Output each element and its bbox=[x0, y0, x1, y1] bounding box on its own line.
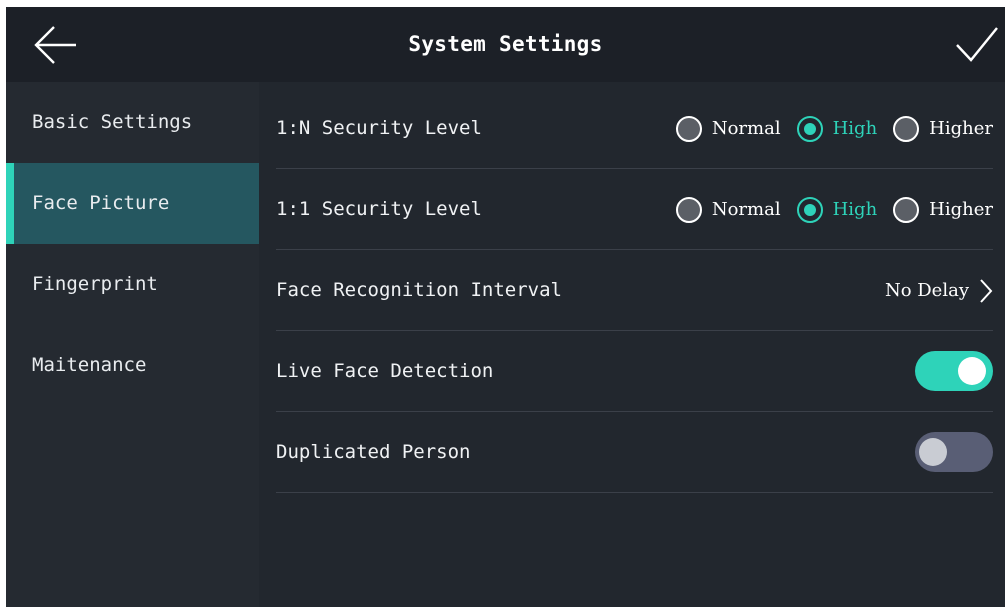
live-face-detection-label: Live Face Detection bbox=[276, 360, 494, 382]
n-security-high-option[interactable]: High bbox=[796, 115, 878, 142]
n-security-high-label: High bbox=[832, 118, 878, 139]
chevron-right-icon bbox=[980, 278, 993, 303]
header-bar: System Settings bbox=[6, 7, 1005, 82]
n-security-normal-option[interactable]: Normal bbox=[675, 115, 781, 142]
duplicated-person-row: Duplicated Person bbox=[276, 412, 993, 493]
duplicated-person-label: Duplicated Person bbox=[276, 441, 471, 463]
sidebar-item-face-picture[interactable]: Face Picture bbox=[6, 163, 259, 244]
sidebar-item-basic-settings[interactable]: Basic Settings bbox=[6, 82, 259, 163]
one-security-level-radio-group: Normal High Higher bbox=[675, 169, 993, 250]
confirm-button[interactable] bbox=[955, 25, 999, 65]
duplicated-person-toggle[interactable] bbox=[915, 432, 993, 472]
live-face-detection-toggle[interactable] bbox=[915, 351, 993, 391]
n-security-normal-label: Normal bbox=[711, 118, 781, 139]
one-security-level-label: 1:1 Security Level bbox=[276, 198, 482, 220]
recognition-interval-selector[interactable]: No Delay bbox=[885, 250, 993, 331]
recognition-interval-row[interactable]: Face Recognition Interval No Delay bbox=[276, 250, 993, 331]
radio-unchecked-icon bbox=[893, 115, 920, 142]
sidebar-item-maintenance[interactable]: Maitenance bbox=[6, 325, 259, 406]
n-security-level-radio-group: Normal High Higher bbox=[675, 88, 993, 169]
one-security-normal-label: Normal bbox=[711, 199, 781, 220]
one-security-higher-label: Higher bbox=[929, 199, 993, 220]
recognition-interval-label: Face Recognition Interval bbox=[276, 279, 562, 301]
sidebar-item-fingerprint[interactable]: Fingerprint bbox=[6, 244, 259, 325]
one-security-normal-option[interactable]: Normal bbox=[675, 196, 781, 223]
n-security-level-row: 1:N Security Level Normal High Higher bbox=[276, 88, 993, 169]
recognition-interval-value: No Delay bbox=[884, 280, 969, 301]
checkmark-icon bbox=[956, 27, 998, 62]
one-security-high-option[interactable]: High bbox=[796, 196, 878, 223]
one-security-level-row: 1:1 Security Level Normal High Higher bbox=[276, 169, 993, 250]
radio-unchecked-icon bbox=[675, 115, 702, 142]
radio-checked-icon bbox=[796, 196, 823, 223]
radio-checked-icon bbox=[796, 115, 823, 142]
live-face-detection-row: Live Face Detection bbox=[276, 331, 993, 412]
radio-unchecked-icon bbox=[675, 196, 702, 223]
sidebar: Basic Settings Face Picture Fingerprint … bbox=[6, 82, 259, 607]
page-title: System Settings bbox=[408, 32, 603, 56]
settings-screen: System Settings Basic Settings Face Pict… bbox=[6, 7, 1005, 607]
n-security-higher-label: Higher bbox=[929, 118, 993, 139]
n-security-level-label: 1:N Security Level bbox=[276, 117, 482, 139]
toggle-knob bbox=[958, 357, 986, 385]
toggle-knob bbox=[919, 438, 947, 466]
one-security-high-label: High bbox=[832, 199, 878, 220]
radio-unchecked-icon bbox=[893, 196, 920, 223]
n-security-higher-option[interactable]: Higher bbox=[893, 115, 993, 142]
settings-panel: 1:N Security Level Normal High Higher 1:… bbox=[259, 82, 1005, 607]
one-security-higher-option[interactable]: Higher bbox=[893, 196, 993, 223]
